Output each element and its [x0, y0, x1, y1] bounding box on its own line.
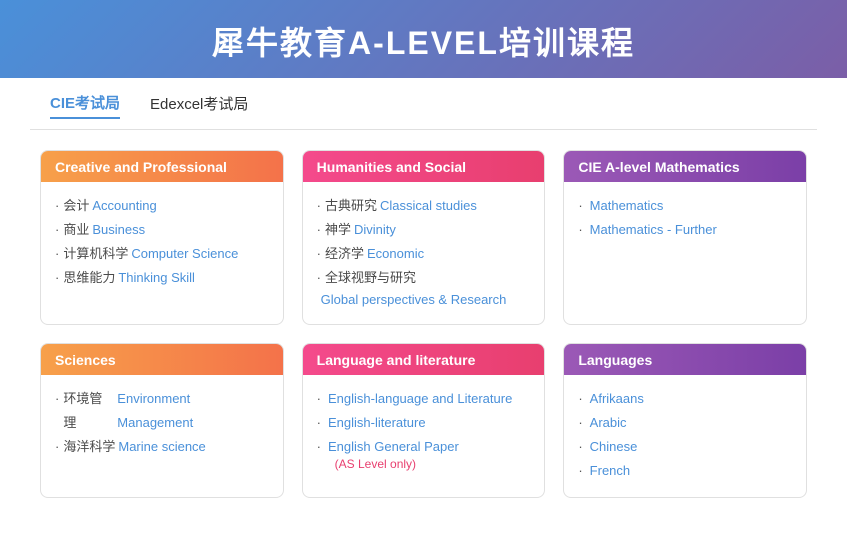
card-item: 神学 Divinity	[317, 218, 529, 242]
tabs-row: CIE考试局 Edexcel考试局	[30, 78, 817, 130]
card-body-creative: 会计 Accounting商业 Business计算机科学 Computer S…	[41, 182, 283, 304]
card-humanities: Humanities and Social古典研究 Classical stud…	[302, 150, 546, 325]
card-body-cie-math: Mathematics Mathematics - Further	[564, 182, 806, 272]
card-item: 海洋科学 Marine science	[55, 435, 267, 459]
card-item: 古典研究 Classical studies	[317, 194, 529, 218]
card-item: 会计 Accounting	[55, 194, 267, 218]
card-sciences: Sciences环境管理 Environment Management海洋科学 …	[40, 343, 284, 498]
cards-grid: Creative and Professional会计 Accounting商业…	[30, 130, 817, 508]
card-cie-math: CIE A-level Mathematics Mathematics Math…	[563, 150, 807, 325]
card-header-language-lit: Language and literature	[303, 344, 545, 375]
card-item: Chinese	[578, 435, 790, 459]
main-title: 犀牛教育A-LEVEL培训课程	[212, 25, 635, 61]
card-body-sciences: 环境管理 Environment Management海洋科学 Marine s…	[41, 375, 283, 473]
tab-cie[interactable]: CIE考试局	[50, 92, 120, 119]
card-body-humanities: 古典研究 Classical studies神学 Divinity经济学 Eco…	[303, 182, 545, 324]
card-item: 全球视野与研究	[317, 266, 529, 290]
card-item: 计算机科学 Computer Science	[55, 242, 267, 266]
card-language-lit: Language and literature English-language…	[302, 343, 546, 498]
page-wrapper: CIE考试局 Edexcel考试局 Creative and Professio…	[0, 78, 847, 538]
card-item: 经济学 Economic	[317, 242, 529, 266]
card-item: 思维能力 Thinking Skill	[55, 266, 267, 290]
card-item: 环境管理 Environment Management	[55, 387, 267, 435]
card-header-languages: Languages	[564, 344, 806, 375]
card-body-language-lit: English-language and Literature English-…	[303, 375, 545, 485]
card-item-extra: Global perspectives & Research	[321, 290, 529, 310]
card-item: French	[578, 459, 790, 483]
card-item-note: (AS Level only)	[335, 457, 529, 471]
card-item: English General Paper	[317, 435, 529, 459]
card-header-humanities: Humanities and Social	[303, 151, 545, 182]
card-languages: Languages Afrikaans Arabic Chinese Frenc…	[563, 343, 807, 498]
card-item: English-language and Literature	[317, 387, 529, 411]
card-item: Mathematics - Further	[578, 218, 790, 242]
card-creative: Creative and Professional会计 Accounting商业…	[40, 150, 284, 325]
title-bar: 犀牛教育A-LEVEL培训课程	[0, 0, 847, 78]
card-item: Afrikaans	[578, 387, 790, 411]
card-item: Mathematics	[578, 194, 790, 218]
card-header-creative: Creative and Professional	[41, 151, 283, 182]
card-item: English-literature	[317, 411, 529, 435]
card-header-sciences: Sciences	[41, 344, 283, 375]
tab-edexcel[interactable]: Edexcel考试局	[150, 93, 248, 118]
card-body-languages: Afrikaans Arabic Chinese French	[564, 375, 806, 497]
card-header-cie-math: CIE A-level Mathematics	[564, 151, 806, 182]
card-item: Arabic	[578, 411, 790, 435]
card-item: 商业 Business	[55, 218, 267, 242]
